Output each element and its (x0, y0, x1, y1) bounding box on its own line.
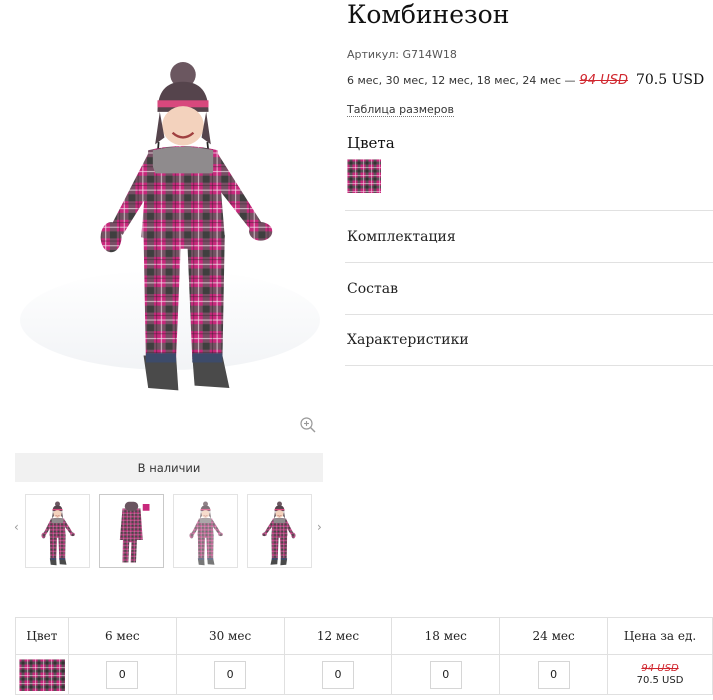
product-main-photo[interactable] (15, 0, 323, 445)
unit-old-price: 94 USD (641, 662, 679, 674)
gallery-thumbnail[interactable] (247, 494, 312, 568)
header-size: 30 мес (175, 617, 285, 655)
chevron-left-icon[interactable]: ‹ (14, 520, 19, 534)
header-size: 18 мес (391, 617, 501, 655)
quantity-input-18m[interactable] (429, 660, 462, 689)
accordion-characteristics[interactable]: Характеристики (345, 314, 713, 366)
row-color-swatch (18, 658, 65, 691)
stock-status: В наличии (15, 453, 323, 482)
gallery-thumbnail[interactable] (99, 494, 164, 568)
chevron-right-icon[interactable]: › (317, 520, 322, 534)
thumbnail-strip (25, 494, 312, 568)
gallery-thumbnail[interactable] (25, 494, 90, 568)
size-table-link[interactable]: Таблица размеров (347, 103, 454, 117)
unit-price-cell: 94 USD 70.5 USD (607, 654, 713, 695)
order-table: Цвет 6 мес 30 мес 12 мес 18 мес 24 мес Ц… (15, 617, 713, 695)
header-size: 6 мес (67, 617, 177, 655)
quantity-input-12m[interactable] (321, 660, 354, 689)
product-sku: Артикул: G714W18 (347, 48, 457, 61)
table-header-row: Цвет 6 мес 30 мес 12 мес 18 мес 24 мес Ц… (15, 617, 713, 655)
header-size: 24 мес (499, 617, 609, 655)
gallery-thumbnail[interactable] (173, 494, 238, 568)
accordion-composition[interactable]: Состав (345, 262, 713, 314)
product-title: Комбинезон (347, 0, 510, 29)
zoom-in-icon[interactable] (299, 416, 317, 434)
header-size: 12 мес (283, 617, 393, 655)
header-color: Цвет (15, 617, 69, 655)
table-row: 94 USD 70.5 USD (15, 654, 713, 695)
unit-new-price: 70.5 USD (636, 674, 684, 686)
product-info-accordion: Комплектация Состав Характеристики (345, 210, 713, 366)
row-color-cell (15, 654, 69, 695)
current-price: 70.5 USD (635, 72, 705, 88)
quantity-input-24m[interactable] (537, 660, 570, 689)
price-line: 6 мес, 30 мес, 12 мес, 18 мес, 24 мес — … (347, 72, 704, 88)
color-swatch-plaid[interactable] (347, 159, 381, 193)
accordion-equipment[interactable]: Комплектация (345, 210, 713, 262)
quantity-input-30m[interactable] (214, 660, 247, 689)
available-sizes: 6 мес, 30 мес, 12 мес, 18 мес, 24 мес — (347, 74, 576, 87)
old-price: 94 USD (579, 73, 628, 88)
colors-heading: Цвета (347, 134, 395, 152)
header-unit-price: Цена за ед. (607, 617, 713, 655)
quantity-input-6m[interactable] (106, 660, 139, 689)
